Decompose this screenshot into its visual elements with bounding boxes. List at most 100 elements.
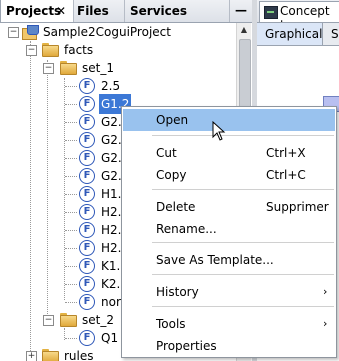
tab-concept-types[interactable]: Concept typ <box>259 1 339 22</box>
tab-projects[interactable]: Projects ✕ <box>0 0 74 22</box>
tree-row-set-1[interactable]: − set_1 <box>0 58 236 78</box>
fact-file-icon: F <box>79 294 95 310</box>
tree-guide-line <box>65 266 77 267</box>
expand-toggle-icon[interactable]: + <box>26 351 37 361</box>
tree-row-project[interactable]: − Sample2CoguiProject <box>0 22 236 42</box>
fact-file-icon: F <box>79 78 95 94</box>
tree-label-rules: rules <box>64 349 94 361</box>
tree-label-facts: facts <box>64 43 94 57</box>
minimize-icon[interactable]: — <box>233 1 249 21</box>
tree-label-file: G2. <box>101 133 122 147</box>
menu-item-label: Tools <box>156 317 186 331</box>
menu-separator <box>152 274 334 275</box>
menu-item-label: Save As Template... <box>156 253 274 267</box>
collapse-toggle-icon[interactable]: − <box>26 45 37 56</box>
menu-item-label: Copy <box>156 168 187 182</box>
menu-item-properties[interactable]: Properties <box>123 335 335 357</box>
menu-item-label: History <box>156 285 199 299</box>
menu-item-copy[interactable]: Copy Ctrl+C <box>123 164 335 186</box>
menu-item-label: Rename... <box>156 222 217 236</box>
menu-separator <box>152 189 334 190</box>
fact-file-icon: F <box>79 186 95 202</box>
tree-label-file: H1. <box>101 187 122 201</box>
fact-file-icon: F <box>79 114 95 130</box>
terminal-icon <box>264 6 278 19</box>
tree-label-file: G2. <box>101 115 122 129</box>
tree-guide-line <box>65 284 77 285</box>
tree-guide-line <box>65 176 77 177</box>
scroll-up-arrow-icon[interactable]: ▲ <box>237 23 251 37</box>
folder-icon <box>60 313 77 327</box>
tree-guide-line <box>65 230 77 231</box>
tab-files-label: Files <box>77 4 109 18</box>
folder-icon <box>42 349 59 361</box>
project-icon <box>22 25 39 40</box>
fact-file-icon: F <box>79 258 95 274</box>
fact-file-icon: F <box>79 96 95 112</box>
submenu-arrow-icon: › <box>323 317 328 330</box>
tree-label-set-1: set_1 <box>82 61 114 75</box>
tree-label-file: H2. <box>101 205 122 219</box>
menu-item-save-as-template[interactable]: Save As Template... <box>123 249 335 271</box>
tree-label-file: G2. <box>101 151 122 165</box>
subtab-source[interactable]: S <box>327 23 339 45</box>
collapse-toggle-icon[interactable]: − <box>43 63 54 74</box>
tree-guide-line <box>65 122 77 123</box>
collapse-toggle-icon[interactable]: − <box>8 27 19 38</box>
tree-row-file[interactable]: F 2.5 <box>0 76 236 96</box>
mouse-cursor-icon <box>212 121 226 141</box>
menu-item-cut[interactable]: Cut Ctrl+X <box>123 142 335 164</box>
menu-item-label: Delete <box>156 200 196 214</box>
menu-item-shortcut: Ctrl+C <box>266 168 306 182</box>
collapse-toggle-icon[interactable]: − <box>43 315 54 326</box>
fact-file-icon: F <box>79 276 95 292</box>
tab-projects-label: Projects <box>6 4 62 18</box>
tree-guide-line <box>65 86 77 87</box>
menu-separator <box>152 135 334 136</box>
fact-file-icon: F <box>79 150 95 166</box>
context-menu: Open Cut Ctrl+X Copy Ctrl+C Delete Supprimer Re… <box>121 106 337 358</box>
close-tab-icon[interactable]: ✕ <box>56 0 66 22</box>
fact-file-icon: F <box>79 330 95 346</box>
menu-item-label: Properties <box>156 339 217 353</box>
projects-tabbar: Projects ✕ Files Services — <box>0 0 252 23</box>
fact-file-icon: F <box>79 222 95 238</box>
menu-separator <box>152 306 334 307</box>
tab-services[interactable]: Services <box>124 0 230 22</box>
editor-tabbar: Concept typ <box>257 0 339 23</box>
menu-item-shortcut: Ctrl+X <box>266 146 306 160</box>
menu-item-open[interactable]: Open <box>123 109 335 131</box>
tree-guide-line <box>65 248 77 249</box>
tree-guide-line <box>65 194 77 195</box>
tree-guide-line <box>65 104 77 105</box>
tab-files[interactable]: Files <box>72 0 125 22</box>
fact-file-icon: F <box>79 240 95 256</box>
menu-item-rename[interactable]: Rename... <box>123 218 335 240</box>
menu-item-label: Open <box>156 113 189 127</box>
folder-icon <box>42 43 59 57</box>
menu-item-history[interactable]: History › <box>123 281 335 303</box>
fact-file-icon: F <box>79 132 95 148</box>
menu-item-tools[interactable]: Tools › <box>123 313 335 335</box>
tab-concept-types-label: Concept typ <box>280 4 330 22</box>
menu-separator <box>152 242 334 243</box>
tree-label-file: Q1 <box>101 331 119 345</box>
tree-label-project: Sample2CoguiProject <box>43 25 171 39</box>
tree-guide-line <box>65 212 77 213</box>
tree-guide-line <box>65 158 77 159</box>
tree-row-facts[interactable]: − facts <box>0 40 236 60</box>
tree-label-file: 2.5 <box>101 79 121 93</box>
fact-file-icon: F <box>79 204 95 220</box>
menu-item-label: Cut <box>156 146 177 160</box>
submenu-arrow-icon: › <box>323 285 328 298</box>
tree-guide-line <box>65 302 77 303</box>
folder-icon <box>60 61 77 75</box>
tree-label-set-2: set_2 <box>82 313 114 327</box>
fact-file-icon: F <box>79 168 95 184</box>
menu-item-shortcut: Supprimer <box>266 200 329 214</box>
tab-services-label: Services <box>130 4 188 18</box>
subtab-graphical[interactable]: Graphical <box>257 23 323 45</box>
editor-subtabs: Graphical S <box>257 23 339 46</box>
menu-item-delete[interactable]: Delete Supprimer <box>123 196 335 218</box>
tree-guide-line <box>65 140 77 141</box>
